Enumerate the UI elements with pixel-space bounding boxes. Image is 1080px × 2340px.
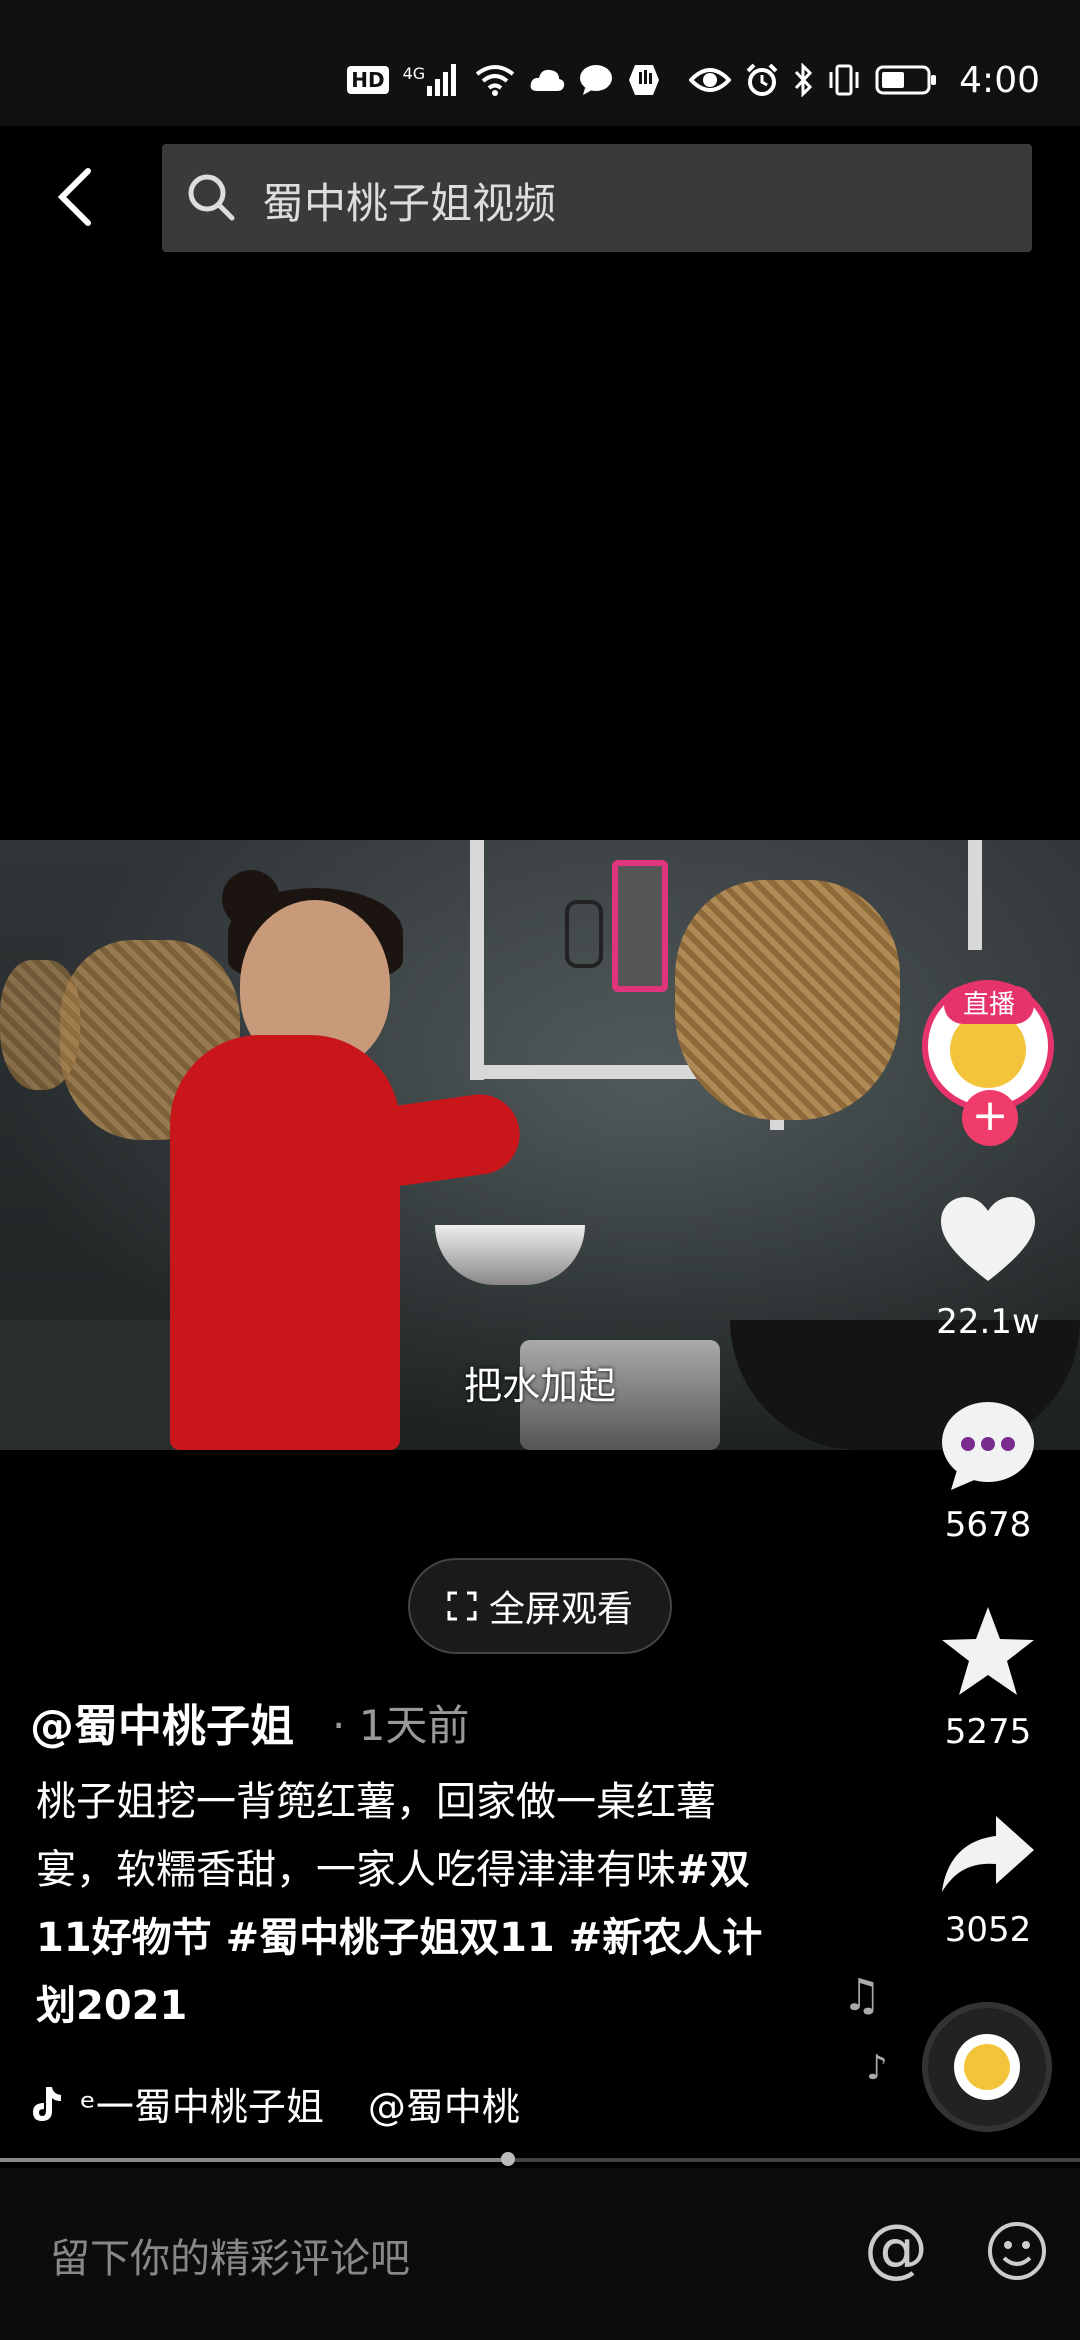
star-icon — [942, 1607, 1034, 1695]
alarm-icon — [745, 63, 779, 97]
basket — [0, 960, 80, 1090]
grater — [612, 860, 668, 992]
4g-signal-icon: 4G — [403, 64, 462, 96]
search-icon — [188, 174, 235, 221]
eye-icon — [689, 66, 732, 94]
message-icon — [579, 64, 613, 96]
progress-fill — [0, 2158, 508, 2162]
disc-cover-image — [964, 2044, 1010, 2090]
hd-icon: HD — [347, 66, 389, 94]
back-arrow-icon — [57, 168, 91, 226]
scissors — [565, 900, 603, 968]
fullscreen-icon — [447, 1591, 477, 1621]
tiktok-note-icon — [33, 2086, 61, 2121]
disc-cover — [954, 2034, 1020, 2100]
comment-count: 5678 — [944, 1505, 1032, 1545]
bluetooth-icon — [793, 63, 813, 97]
pipe — [968, 840, 982, 950]
pipe — [470, 840, 484, 1080]
music-info[interactable]: ᵉ一蜀中桃子姐 @蜀中桃 — [30, 2076, 520, 2131]
at-mention-icon[interactable]: @ — [864, 2212, 928, 2286]
post-time: · 1天前 — [332, 1701, 470, 1750]
vibrate-icon — [827, 63, 861, 97]
share-count: 3052 — [944, 1910, 1032, 1950]
music-title: ᵉ一蜀中桃子姐 — [80, 2085, 324, 2129]
wifi-icon — [475, 64, 515, 96]
search-query: 蜀中桃子姐视频 — [262, 179, 557, 228]
fullscreen-label: 全屏观看 — [488, 1589, 633, 1630]
basket — [675, 880, 900, 1120]
description-text: 桃子姐挖一背篼红薯，回家做一桌红薯宴，软糯香甜，一家人吃得津津有味 — [36, 1779, 716, 1893]
favorite-count: 5275 — [944, 1712, 1032, 1752]
favorite-button[interactable] — [928, 1605, 1048, 1701]
music-mention: @蜀中桃 — [367, 2085, 520, 2129]
live-badge: 直播 — [944, 986, 1034, 1024]
fullscreen-button[interactable]: 全屏观看 — [408, 1558, 672, 1654]
music-disc[interactable] — [922, 2002, 1052, 2132]
progress-knob[interactable] — [500, 2152, 515, 2166]
like-button[interactable] — [928, 1195, 1048, 1289]
search-bar[interactable]: 蜀中桃子姐视频 — [162, 144, 1032, 252]
hand-icon — [627, 63, 661, 97]
music-note-icon: ♫ — [842, 1970, 882, 2021]
emoji-icon[interactable] — [986, 2220, 1048, 2282]
status-icons: HD 4G 4:00 — [347, 52, 1040, 108]
cloud-icon — [529, 67, 565, 93]
clock: 4:00 — [959, 59, 1040, 101]
author-name[interactable]: @蜀中桃子姐 — [30, 1690, 294, 1754]
comment-input[interactable]: 留下你的精彩评论吧 — [50, 2226, 410, 2284]
share-button[interactable] — [928, 1812, 1048, 1900]
comment-button[interactable] — [928, 1400, 1048, 1496]
battery-icon — [875, 64, 937, 96]
share-arrow-icon — [942, 1816, 1034, 1892]
music-note-icon: ♪ — [866, 2048, 888, 2088]
post-description: 桃子姐挖一背篼红薯，回家做一桌红薯宴，软糯香甜，一家人吃得津津有味#双11好物节… — [36, 1768, 776, 2040]
comment-icon — [942, 1402, 1034, 1490]
video-subtitle: 把水加起 — [463, 1364, 616, 1408]
follow-button[interactable]: + — [962, 1090, 1018, 1146]
heart-icon — [941, 1197, 1035, 1281]
like-count: 22.1w — [936, 1302, 1040, 1342]
back-button[interactable] — [52, 165, 100, 229]
